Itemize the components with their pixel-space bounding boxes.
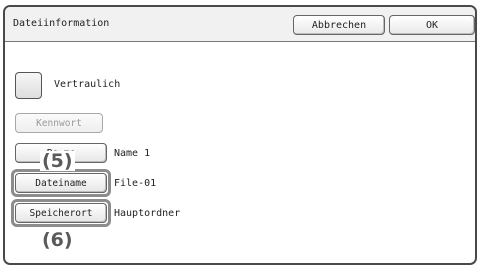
file-name-value: File-01: [114, 178, 157, 189]
callout-frame-5: [11, 169, 111, 197]
callout-number-5: (5): [40, 150, 75, 172]
dialog-header: Dateiinformation Abbrechen OK: [5, 7, 475, 42]
callout-frame-6: [11, 199, 111, 227]
storage-location-value: Hauptordner: [114, 208, 181, 219]
callout-number-6: (6): [40, 229, 75, 251]
confidential-label: Vertraulich: [54, 79, 121, 90]
password-button[interactable]: Kennwort: [15, 113, 103, 133]
cancel-button[interactable]: Abbrechen: [293, 15, 385, 35]
dialog-title: Dateiinformation: [13, 18, 110, 29]
confidential-checkbox[interactable]: [15, 72, 42, 99]
ok-button[interactable]: OK: [389, 15, 475, 35]
user-name-value: Name 1: [114, 148, 151, 159]
